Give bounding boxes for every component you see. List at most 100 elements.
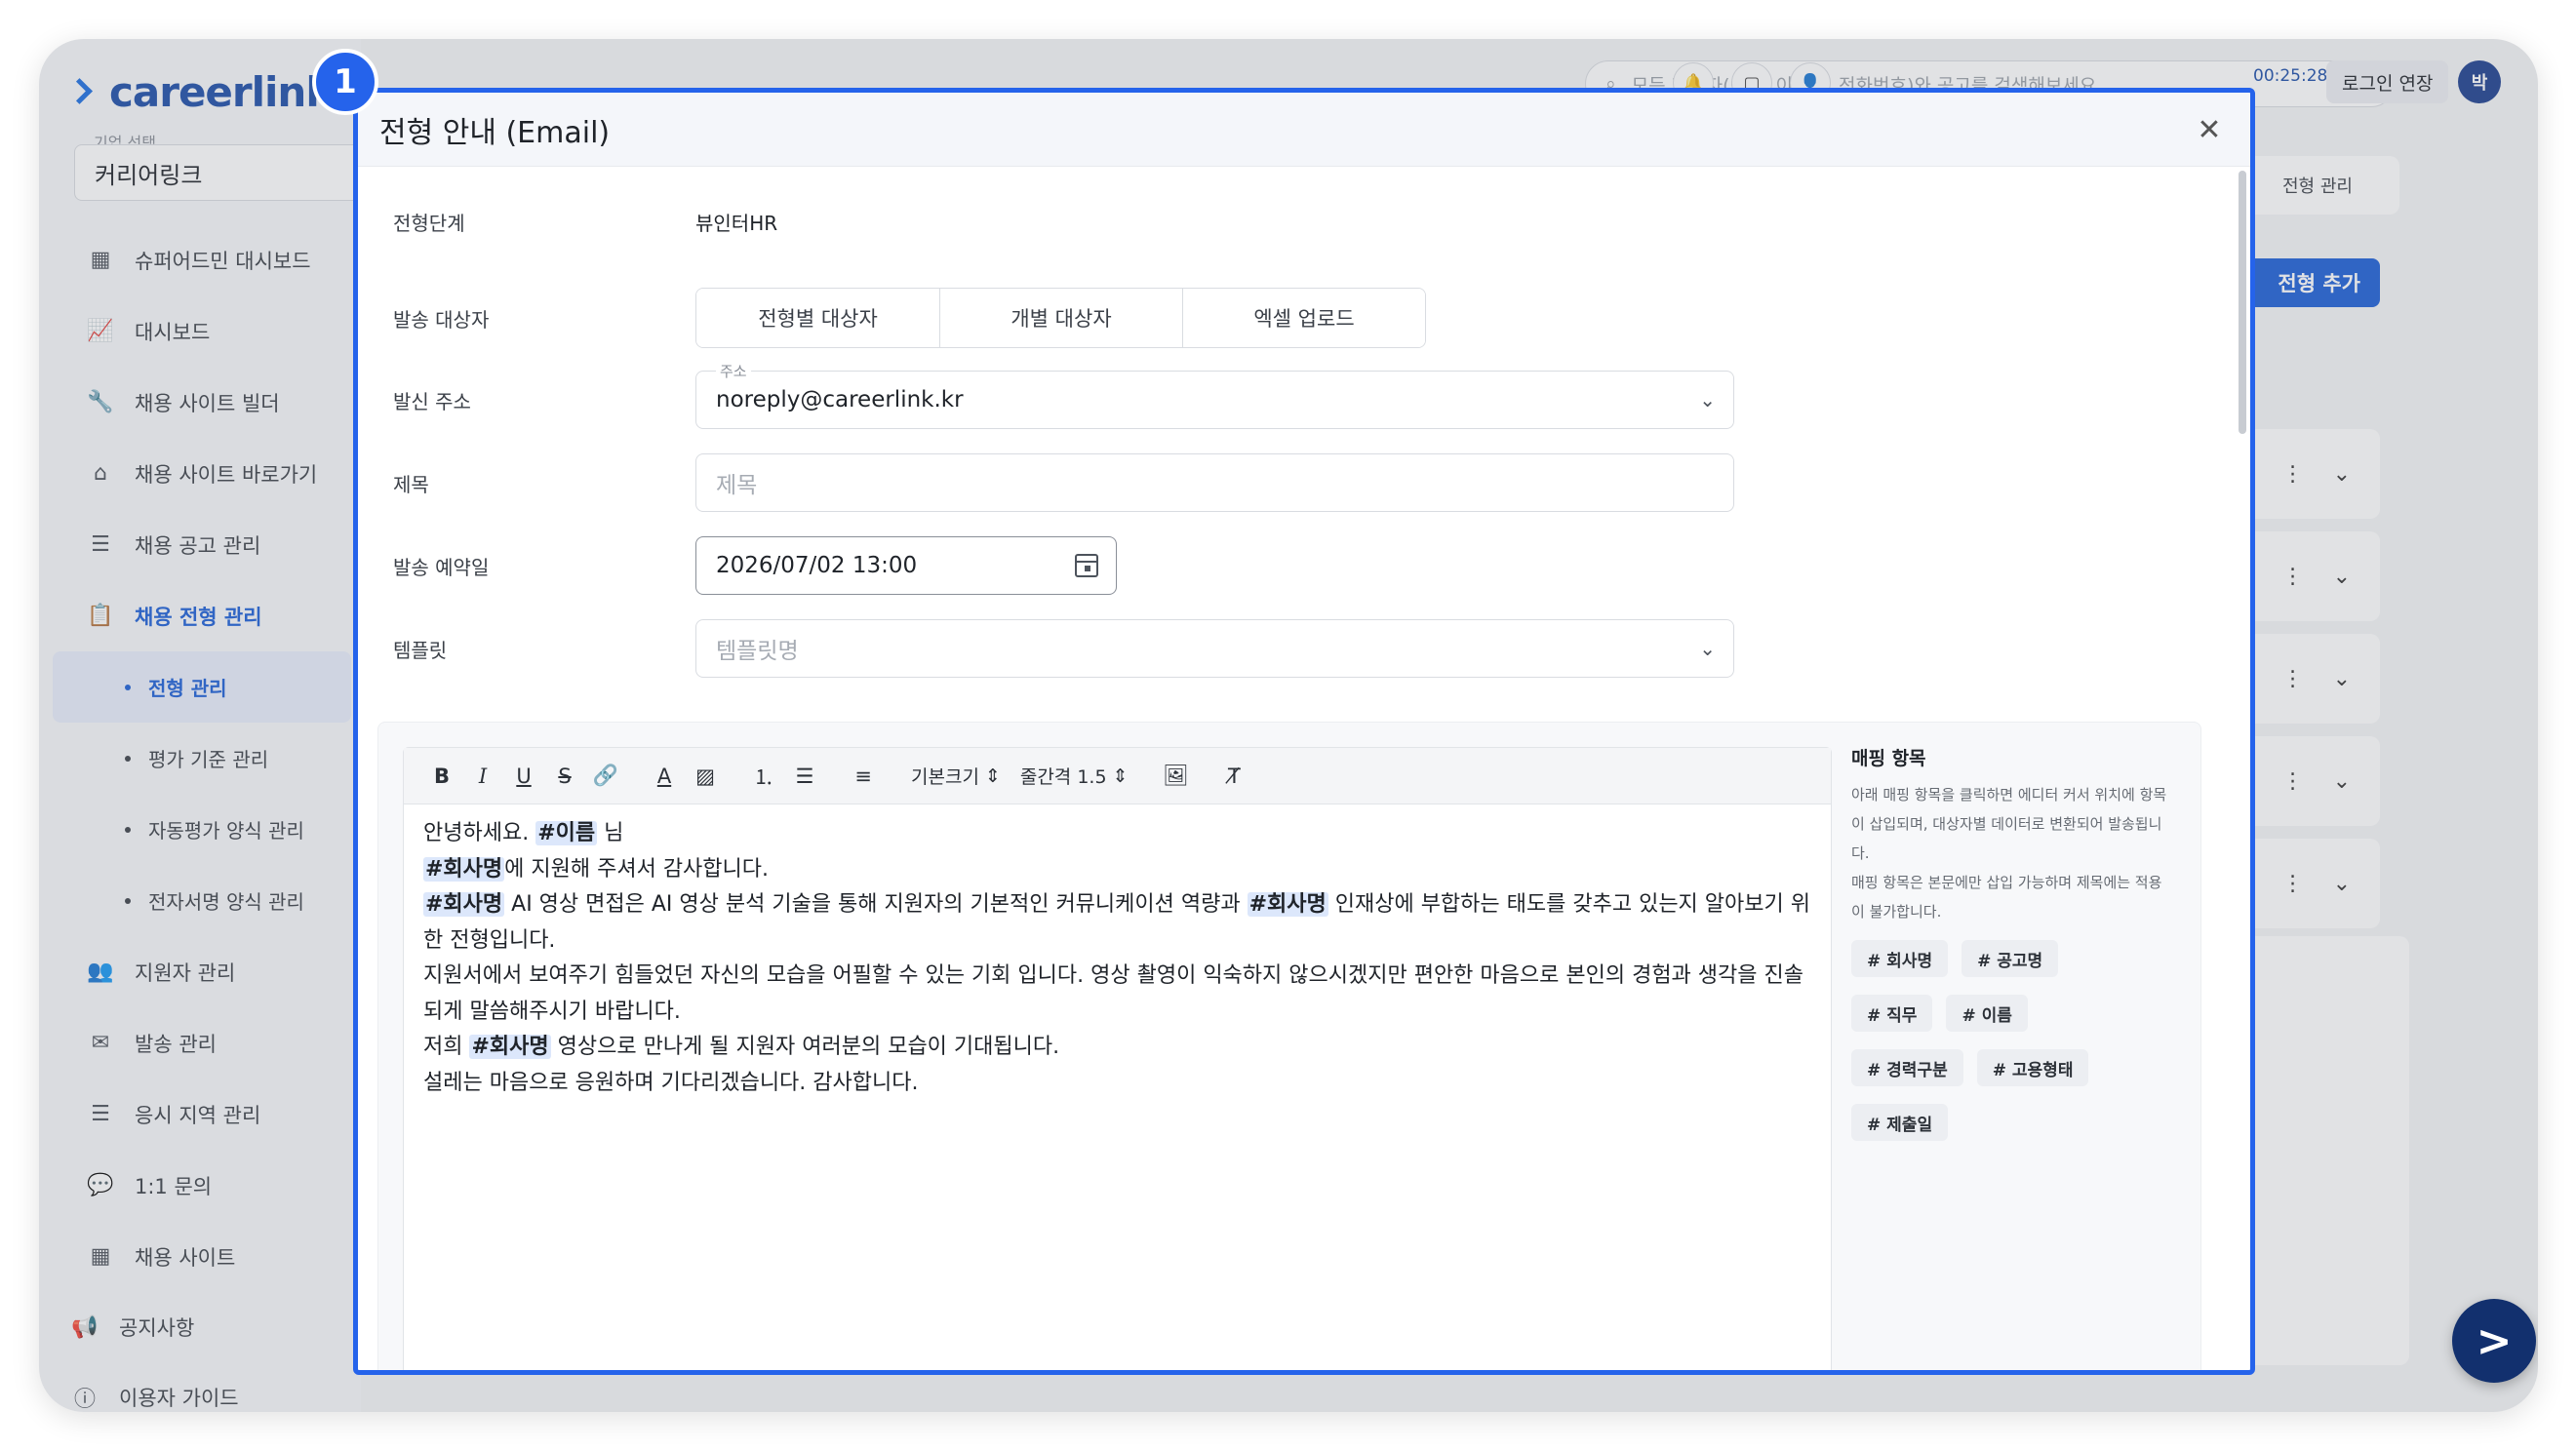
image-icon[interactable]: 🖼 xyxy=(1155,757,1196,796)
text-color-icon[interactable]: A xyxy=(644,757,685,796)
more-icon[interactable]: ⋮ xyxy=(2282,872,2304,896)
mapping-panel: 매핑 항목 아래 매핑 항목을 클릭하면 에디터 커서 위치에 항목이 삽입되며… xyxy=(1851,744,2173,1141)
tab-excel-upload[interactable]: 엑셀 업로드 xyxy=(1182,289,1425,347)
clear-format-icon[interactable]: T̸ xyxy=(1213,757,1254,796)
modal-scrollbar[interactable] xyxy=(2239,171,2246,434)
sidebar-item-superadmin-dashboard[interactable]: ▦ 슈퍼어드민 대시보드 xyxy=(39,224,361,295)
stage-card[interactable]: ⋮ ⌄ xyxy=(2234,736,2380,826)
tab-by-stage[interactable]: 전형별 대상자 xyxy=(696,289,939,347)
sidebar-item-label: 채용 사이트 xyxy=(135,1245,236,1270)
subject-placeholder: 제목 xyxy=(716,473,758,498)
link-icon[interactable]: 🔗 xyxy=(585,757,626,796)
email-guide-modal: 전형 안내 (Email) ✕ 전형단계 뷰인터HR 발송 대상자 전형별 대상… xyxy=(353,88,2255,1375)
more-icon[interactable]: ⋮ xyxy=(2282,769,2304,794)
breadcrumb-current[interactable]: 전형 관리 xyxy=(2282,173,2353,198)
logo[interactable]: careerlink xyxy=(68,68,333,116)
sidebar-item-label: 채용 공고 관리 xyxy=(135,533,261,558)
sidebar-item-job-posts[interactable]: ☰ 채용 공고 관리 xyxy=(39,509,361,580)
more-icon[interactable]: ⋮ xyxy=(2282,667,2304,691)
mapping-title: 매핑 항목 xyxy=(1851,748,1926,769)
sidebar-subitem-auto-eval[interactable]: 자동평가 양식 관리 xyxy=(39,794,361,865)
ordered-list-icon[interactable]: ⒈ xyxy=(743,757,784,796)
chevron-down-icon[interactable]: ⌄ xyxy=(2333,462,2351,487)
editor-section: B I U S 🔗 A ▨ ⒈ ☰ ≡ 기본크기 ⇕ 줄간격 1.5 ⇕ 🖼 T̸ xyxy=(377,722,2201,1370)
sidebar-item-label: 공지사항 xyxy=(119,1316,195,1340)
chevron-down-icon[interactable]: ⌄ xyxy=(2333,667,2351,691)
stage-card[interactable]: ⋮ ⌄ xyxy=(2234,531,2380,621)
chevron-down-icon[interactable]: ⌄ xyxy=(2333,565,2351,589)
sidebar-subitem-stage-management[interactable]: 전형 관리 xyxy=(53,651,351,723)
sidebar-subitem-esign[interactable]: 전자서명 양식 관리 xyxy=(39,865,361,936)
stage-card[interactable]: ⋮ ⌄ xyxy=(2234,634,2380,724)
sidebar-item-guide[interactable]: ⓘ 이용자 가이드 xyxy=(39,1362,361,1412)
sidebar-item-site-shortcut[interactable]: ⌂ 채용 사이트 바로가기 xyxy=(39,438,361,509)
mapping-tag: #회사명 xyxy=(1247,892,1328,917)
subject-input[interactable]: 제목 xyxy=(695,453,1734,512)
stage-card[interactable]: ⋮ ⌄ xyxy=(2234,429,2380,519)
font-size-select[interactable]: 기본크기 ⇕ xyxy=(901,757,1011,796)
strikethrough-icon[interactable]: S xyxy=(544,757,585,796)
sidebar-item-label: 지원자 관리 xyxy=(135,961,236,985)
mapping-chip[interactable]: # 공고명 xyxy=(1962,940,2059,977)
home-icon: ⌂ xyxy=(94,461,107,486)
editor-content[interactable]: 안녕하세요. #이름 님 #회사명에 지원해 주셔서 감사합니다. #회사명 AI … xyxy=(404,804,1831,1113)
sidebar-item-sending[interactable]: ✉ 발송 관리 xyxy=(39,1007,361,1078)
editor-text: 에 지원해 주셔서 감사합니다. xyxy=(504,856,770,882)
mapping-chip[interactable]: # 경력구분 xyxy=(1851,1049,1963,1086)
sidebar-item-label: 발송 관리 xyxy=(135,1032,217,1056)
schedule-label: 발송 예약일 xyxy=(393,555,490,579)
sidebar-item-notice[interactable]: 📢 공지사항 xyxy=(39,1292,361,1362)
sidebar-item-label: 채용 사이트 바로가기 xyxy=(135,462,318,487)
underline-icon[interactable]: U xyxy=(503,757,544,796)
editor-text: 지원서에서 보여주기 힘들었던 자신의 모습을 어필할 수 있는 기회 입니다.… xyxy=(423,963,1803,1024)
more-icon[interactable]: ⋮ xyxy=(2282,565,2304,589)
sender-value: noreply@careerlink.kr xyxy=(716,387,964,412)
schedule-datetime-input[interactable]: 2026/07/02 13:00 xyxy=(695,536,1117,595)
sidebar-item-dashboard[interactable]: 📈 대시보드 xyxy=(39,295,361,367)
italic-icon[interactable]: I xyxy=(462,757,503,796)
mapping-tag: #회사명 xyxy=(423,892,505,917)
sidebar-item-recruit-site[interactable]: ▦ 채용 사이트 xyxy=(39,1221,361,1292)
subject-row: 제목 제목 xyxy=(393,453,1734,512)
sidebar-item-label: 1:1 문의 xyxy=(135,1174,213,1198)
assistant-fab-icon[interactable]: > xyxy=(2452,1299,2536,1383)
sidebar-item-exam-region[interactable]: ☰ 응시 지역 관리 xyxy=(39,1078,361,1150)
rich-text-editor[interactable]: B I U S 🔗 A ▨ ⒈ ☰ ≡ 기본크기 ⇕ 줄간격 1.5 ⇕ 🖼 T̸ xyxy=(403,747,1832,1370)
mapping-chip[interactable]: # 회사명 xyxy=(1851,940,1949,977)
sidebar-item-inquiry[interactable]: 💬 1:1 문의 xyxy=(39,1150,361,1221)
align-icon[interactable]: ≡ xyxy=(843,757,884,796)
calendar-icon[interactable] xyxy=(1075,554,1098,577)
sidebar-item-label: 응시 지역 관리 xyxy=(135,1103,261,1127)
sidebar-item-site-builder[interactable]: 🔧 채용 사이트 빌더 xyxy=(39,367,361,438)
sender-row: 발신 주소 주소 noreply@careerlink.kr ⌄ xyxy=(393,361,1734,429)
line-height-select[interactable]: 줄간격 1.5 ⇕ xyxy=(1011,757,1138,796)
schedule-row: 발송 예약일 2026/07/02 13:00 xyxy=(393,536,1117,595)
close-icon[interactable]: ✕ xyxy=(2194,113,2225,147)
sender-select[interactable]: 주소 noreply@careerlink.kr ⌄ xyxy=(695,361,1734,429)
sidebar-subitem-eval-criteria[interactable]: 평가 기준 관리 xyxy=(39,723,361,794)
bold-icon[interactable]: B xyxy=(421,757,462,796)
stage-card[interactable]: ⋮ ⌄ xyxy=(2234,839,2380,928)
template-select[interactable]: 템플릿명 ⌄ xyxy=(695,619,1734,678)
mapping-chip[interactable]: # 고용형태 xyxy=(1976,1049,2089,1086)
chevron-down-icon[interactable]: ⌄ xyxy=(2333,872,2351,896)
add-stage-button[interactable]: 전형 추가 xyxy=(2234,258,2380,307)
chevron-down-icon[interactable]: ⌄ xyxy=(2333,769,2351,794)
mapping-chip[interactable]: # 직무 xyxy=(1851,995,1933,1032)
company-select[interactable]: 커리어링크 xyxy=(74,144,367,201)
session-timer: 00:25:28 xyxy=(2253,66,2328,86)
sidebar-item-label: 이용자 가이드 xyxy=(119,1387,239,1410)
sidebar-item-applicants[interactable]: 👥 지원자 관리 xyxy=(39,936,361,1007)
bullet-list-icon[interactable]: ☰ xyxy=(784,757,825,796)
modal-title: 전형 안내 (Email) xyxy=(379,115,611,150)
tab-individual[interactable]: 개별 대상자 xyxy=(939,289,1182,347)
sidebar-item-recruit-process[interactable]: 📋 채용 전형 관리 xyxy=(39,580,361,651)
mapping-chip[interactable]: # 이름 xyxy=(1946,995,2028,1032)
chat-icon: 💬 xyxy=(87,1173,114,1197)
more-icon[interactable]: ⋮ xyxy=(2282,462,2304,487)
avatar[interactable]: 박 xyxy=(2458,60,2501,103)
extend-login-button[interactable]: 로그인 연장 xyxy=(2326,60,2449,103)
mapping-chip[interactable]: # 제출일 xyxy=(1851,1104,1949,1141)
recipients-row: 발송 대상자 전형별 대상자 개별 대상자 엑셀 업로드 xyxy=(393,288,1426,348)
highlight-icon[interactable]: ▨ xyxy=(685,757,726,796)
